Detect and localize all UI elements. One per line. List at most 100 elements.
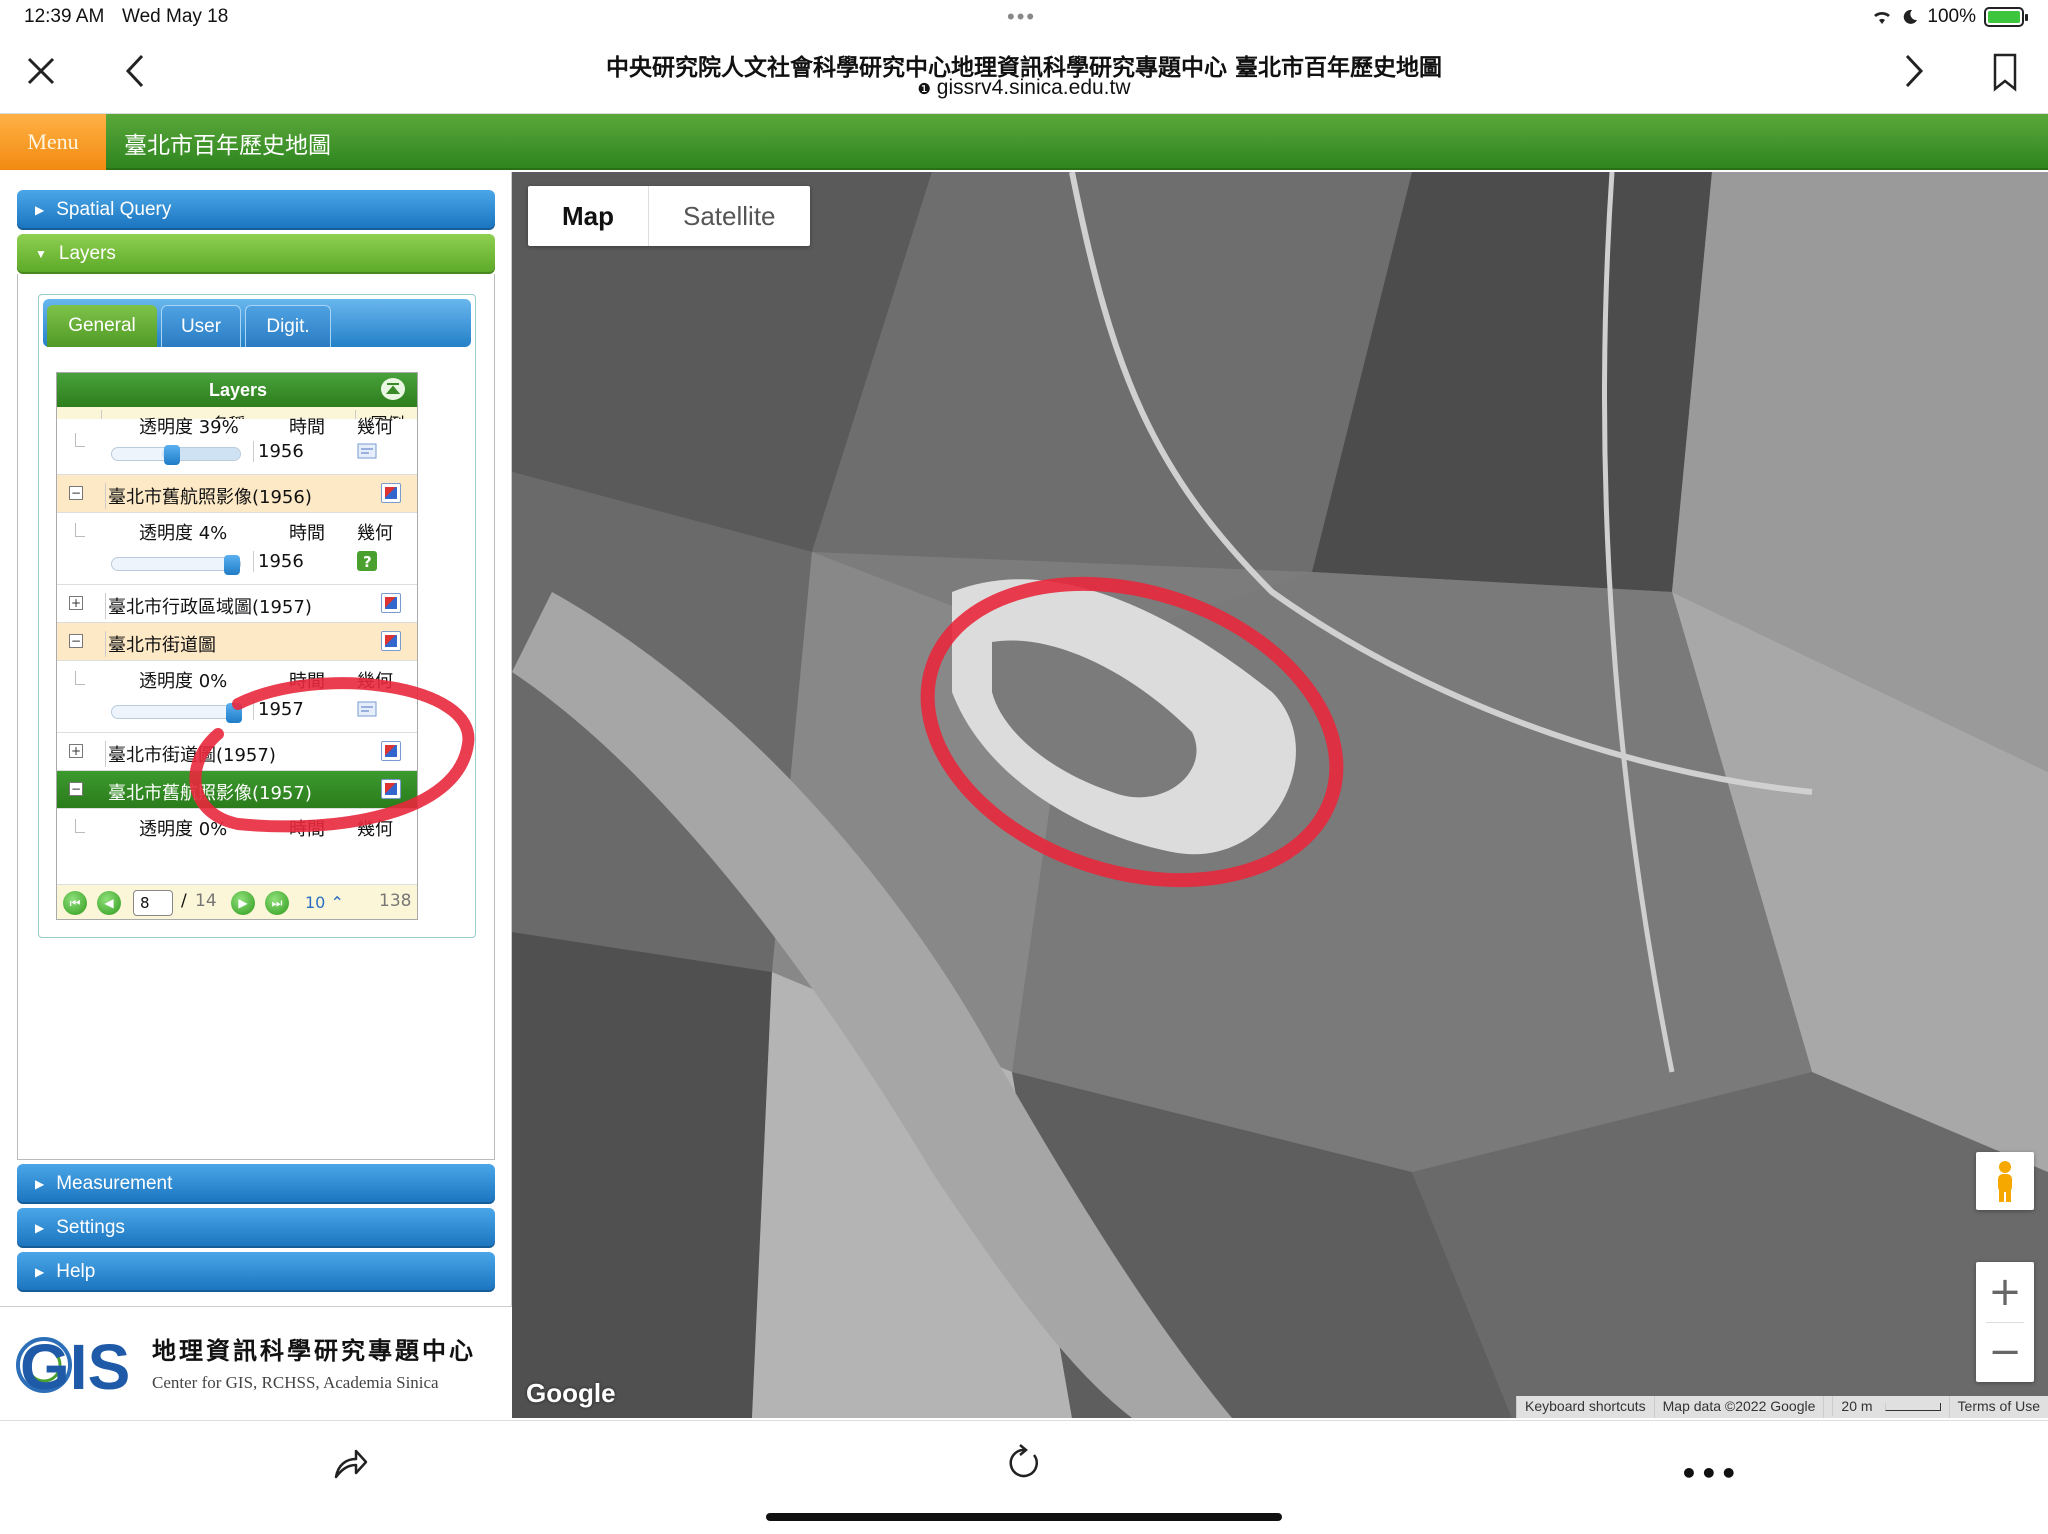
spatial-query-label: Spatial Query — [56, 199, 172, 220]
layers-panel: General User Digit. Layers 名稱 圖例 透明度 39%… — [17, 274, 495, 1160]
collapse-icon[interactable] — [381, 378, 405, 400]
expand-square-icon[interactable]: + — [69, 596, 83, 610]
gis-logo-cn: 地理資訊科學研究專題中心 — [152, 1336, 476, 1365]
help-icon[interactable]: ? — [357, 551, 377, 571]
aerial-photo[interactable] — [512, 172, 2048, 1418]
opacity-label: 透明度 39% — [139, 417, 239, 438]
legend-icon[interactable] — [381, 593, 401, 613]
tab-digit[interactable]: Digit. — [245, 305, 331, 347]
collapse-square-icon[interactable]: − — [69, 634, 83, 648]
scale-bar[interactable]: 20 m — [1823, 1396, 1948, 1418]
page-input[interactable]: 8 — [133, 890, 173, 916]
first-page-icon[interactable]: ⏮ — [63, 891, 87, 915]
status-bar: 12:39 AM Wed May 18 ••• 100% — [0, 0, 2048, 36]
tree-line — [75, 819, 85, 833]
google-logo: Google — [526, 1378, 616, 1408]
settings-bar[interactable]: ▶ Settings — [17, 1208, 495, 1248]
back-icon[interactable] — [120, 52, 154, 90]
share-icon[interactable] — [330, 1443, 370, 1483]
browser-bar: 中央研究院人文社會科學研究中心地理資訊科學研究專題中心 臺北市百年歷史地圖 ❶ … — [0, 36, 2048, 114]
info-icon: ❶ — [917, 81, 931, 98]
next-page-icon[interactable]: ▶ — [231, 891, 255, 915]
geometry-label: 幾何 — [357, 523, 393, 544]
map-data-text: Map data ©2022 Google — [1653, 1396, 1824, 1418]
help-bar[interactable]: ▶ Help — [17, 1252, 495, 1292]
moon-icon — [1904, 9, 1918, 24]
legend-icon[interactable] — [381, 631, 401, 651]
map-view[interactable]: Map Satellite + − Google Keyboard shortc… — [512, 172, 2048, 1418]
reload-icon[interactable] — [1004, 1443, 1044, 1483]
expand-square-icon[interactable]: + — [69, 744, 83, 758]
pager: ⏮ ◀ 8 / 14 ▶ ⏭ 10 ⌃ 138 — [57, 885, 417, 919]
layer-settings-row: 透明度 4% 時間 幾何 1956 ? — [57, 513, 417, 585]
zoom-in-button[interactable]: + — [1976, 1262, 2034, 1322]
geometry-label: 幾何 — [357, 417, 393, 438]
zoom-out-button[interactable]: − — [1976, 1322, 2034, 1382]
wifi-icon — [1874, 11, 1891, 24]
page-url[interactable]: ❶ gissrv4.sinica.edu.tw — [400, 76, 1648, 100]
layers-bar[interactable]: ▼ Layers — [17, 234, 495, 274]
stepper-icon: ⌃ — [330, 893, 344, 912]
spatial-query-bar[interactable]: ▶ Spatial Query — [17, 190, 495, 230]
year-value: 1956 — [253, 441, 304, 462]
gis-center-logo: GIS 地理資訊科學研究專題中心 Center for GIS, RCHSS, … — [0, 1306, 512, 1418]
last-page-icon[interactable]: ⏭ — [265, 891, 289, 915]
layer-tabbar: General User Digit. — [43, 299, 471, 347]
opacity-label: 透明度 4% — [139, 523, 228, 544]
slider-knob[interactable] — [224, 555, 240, 575]
page-slash: / — [181, 891, 187, 911]
legend-icon[interactable] — [381, 483, 401, 503]
tree-line — [75, 523, 85, 537]
tree-line — [75, 671, 85, 685]
triangle-down-icon: ▼ — [35, 247, 47, 261]
geometry-icon[interactable] — [357, 441, 377, 461]
sidebar: ▶ Spatial Query ▼ Layers General User Di… — [0, 172, 512, 1418]
triangle-right-icon: ▶ — [35, 203, 45, 217]
prev-page-icon[interactable]: ◀ — [97, 891, 121, 915]
more-options-icon[interactable]: ••• — [1680, 1457, 1740, 1490]
app-title: 臺北市百年歷史地圖 — [124, 133, 331, 159]
svg-text:?: ? — [363, 553, 372, 571]
keyboard-shortcuts-link[interactable]: Keyboard shortcuts — [1516, 1396, 1654, 1418]
layer-name: 臺北市舊航照影像(1956) — [105, 483, 312, 509]
close-icon[interactable] — [24, 54, 58, 88]
layers-label: Layers — [58, 243, 116, 264]
layer-row-street-map[interactable]: − 臺北市街道圖 — [57, 623, 417, 661]
tab-general[interactable]: General — [47, 305, 157, 347]
per-page-value: 10 — [305, 893, 326, 912]
collapse-square-icon[interactable]: − — [69, 486, 83, 500]
layer-name: 臺北市行政區域圖(1957) — [105, 593, 312, 619]
map-attribution: Keyboard shortcuts Map data ©2022 Google… — [1516, 1396, 2048, 1418]
collapse-square-icon[interactable]: − — [69, 782, 83, 796]
triangle-right-icon: ▶ — [35, 1221, 45, 1235]
layer-row-admin-1957[interactable]: + 臺北市行政區域圖(1957) — [57, 585, 417, 623]
status-date: Wed May 18 — [122, 6, 229, 27]
terms-link[interactable]: Terms of Use — [1948, 1396, 2048, 1418]
home-indicator[interactable] — [766, 1513, 1282, 1521]
layer-row-aerial-1956[interactable]: − 臺北市舊航照影像(1956) — [57, 475, 417, 513]
map-type-map[interactable]: Map — [528, 186, 649, 246]
layer-settings-row: 透明度 39% 時間 幾何 1956 — [57, 417, 417, 475]
bookmark-icon[interactable] — [1988, 52, 2022, 92]
zoom-control: + − — [1976, 1262, 2034, 1382]
multitasking-dots[interactable]: ••• — [1007, 4, 1036, 30]
tab-user[interactable]: User — [161, 305, 241, 347]
per-page-select[interactable]: 10 ⌃ — [305, 893, 344, 912]
opacity-slider[interactable] — [111, 445, 241, 465]
record-count: 138 — [379, 891, 412, 911]
map-type-satellite[interactable]: Satellite — [649, 186, 810, 246]
measurement-bar[interactable]: ▶ Measurement — [17, 1164, 495, 1204]
layers-table-header: Layers — [57, 373, 417, 407]
menu-button[interactable]: Menu — [0, 114, 106, 170]
slider-knob[interactable] — [164, 445, 181, 465]
red-highlight-circle — [189, 677, 475, 833]
opacity-slider[interactable] — [111, 555, 241, 575]
settings-label: Settings — [56, 1217, 125, 1238]
street-view-pegman-icon[interactable] — [1976, 1152, 2034, 1210]
forward-icon[interactable] — [1895, 52, 1929, 90]
browser-toolbar: ••• — [0, 1420, 2048, 1534]
map-type-control: Map Satellite — [528, 186, 810, 246]
measurement-label: Measurement — [56, 1173, 173, 1194]
year-value: 1956 — [253, 551, 304, 572]
url-text: gissrv4.sinica.edu.tw — [936, 76, 1131, 99]
